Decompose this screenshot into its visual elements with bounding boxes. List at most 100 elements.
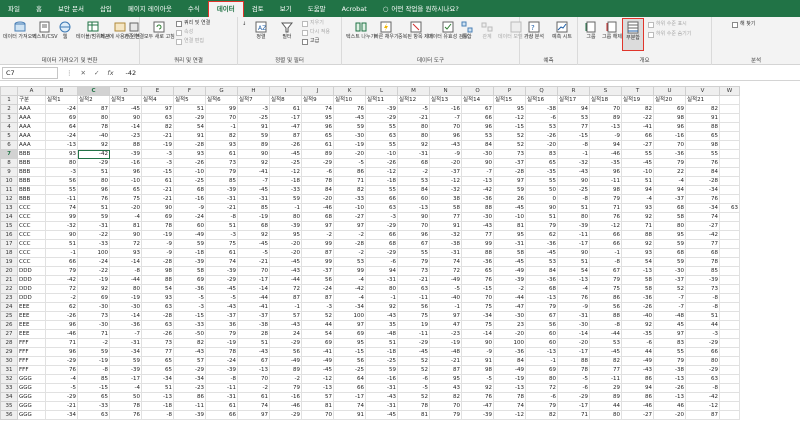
cell-D29[interactable]: -34 bbox=[109, 347, 142, 357]
cell-K29[interactable]: -15 bbox=[333, 347, 366, 357]
cell-U15[interactable]: 80 bbox=[653, 221, 686, 231]
cell-A31[interactable]: FFF bbox=[17, 365, 46, 375]
cell-S5[interactable]: -9 bbox=[589, 131, 622, 141]
cell-N33[interactable]: 43 bbox=[429, 383, 462, 393]
cell-V16[interactable]: -42 bbox=[685, 230, 720, 240]
cell-P4[interactable]: -15 bbox=[493, 122, 526, 132]
column-header-U[interactable]: U bbox=[653, 86, 686, 96]
cell-I13[interactable]: -1 bbox=[269, 203, 302, 213]
cell-I10[interactable]: -18 bbox=[269, 176, 302, 186]
cell-K26[interactable]: 97 bbox=[333, 320, 366, 330]
cell-H23[interactable]: -44 bbox=[237, 293, 270, 303]
cell-V14[interactable]: 74 bbox=[685, 212, 720, 222]
advanced-filter-button[interactable]: 고급 bbox=[302, 38, 319, 45]
cell-J18[interactable]: 87 bbox=[301, 248, 334, 258]
cell-G8[interactable]: 73 bbox=[205, 158, 238, 168]
cell-L26[interactable]: 35 bbox=[365, 320, 398, 330]
row-header[interactable]: 33 bbox=[0, 383, 18, 393]
cell-R1[interactable]: 실적17 bbox=[557, 95, 590, 105]
cell-I4[interactable]: -47 bbox=[269, 122, 302, 132]
tab-4[interactable]: 페이지 레이아웃 bbox=[120, 2, 180, 17]
cell-I23[interactable]: 87 bbox=[269, 293, 302, 303]
row-header[interactable]: 8 bbox=[0, 158, 18, 168]
cell-H12[interactable]: -31 bbox=[237, 194, 270, 204]
cell-N2[interactable]: -16 bbox=[429, 104, 462, 114]
cell-K19[interactable]: 53 bbox=[333, 257, 366, 267]
cell-C5[interactable]: -40 bbox=[77, 131, 110, 141]
row-header[interactable]: 27 bbox=[0, 329, 18, 339]
cell-G24[interactable]: -43 bbox=[205, 302, 238, 312]
column-header-M[interactable]: M bbox=[397, 86, 430, 96]
cell-N26[interactable]: 47 bbox=[429, 320, 462, 330]
cell-W8[interactable] bbox=[719, 158, 740, 168]
cell-K23[interactable]: -4 bbox=[333, 293, 366, 303]
row-header[interactable]: 13 bbox=[0, 203, 18, 213]
cell-A6[interactable]: AAA bbox=[17, 140, 46, 150]
cell-D34[interactable]: 50 bbox=[109, 392, 142, 402]
cell-R28[interactable]: -20 bbox=[557, 338, 590, 348]
cell-J6[interactable]: 61 bbox=[301, 140, 334, 150]
cell-N17[interactable]: -38 bbox=[429, 239, 462, 249]
cell-I30[interactable]: -49 bbox=[269, 356, 302, 366]
cell-N35[interactable]: 70 bbox=[429, 401, 462, 411]
cell-T16[interactable]: 88 bbox=[621, 230, 654, 240]
cell-M21[interactable]: -21 bbox=[397, 275, 430, 285]
cell-J29[interactable]: -41 bbox=[301, 347, 334, 357]
cell-D23[interactable]: -19 bbox=[109, 293, 142, 303]
cell-R25[interactable]: -31 bbox=[557, 311, 590, 321]
cell-A11[interactable]: BBB bbox=[17, 185, 46, 195]
cell-I35[interactable]: -46 bbox=[269, 401, 302, 411]
cell-W9[interactable] bbox=[719, 167, 740, 177]
cell-D7[interactable]: -39 bbox=[109, 149, 142, 159]
cell-K34[interactable]: -17 bbox=[333, 392, 366, 402]
cell-S17[interactable]: 66 bbox=[589, 239, 622, 249]
cell-G14[interactable]: -8 bbox=[205, 212, 238, 222]
cell-R23[interactable]: 76 bbox=[557, 293, 590, 303]
cell-S29[interactable]: -45 bbox=[589, 347, 622, 357]
cell-E24[interactable]: 63 bbox=[141, 302, 174, 312]
cell-O11[interactable]: -42 bbox=[461, 185, 494, 195]
cell-B22[interactable]: 72 bbox=[45, 284, 78, 294]
cell-E12[interactable]: -21 bbox=[141, 194, 174, 204]
insert-function-icon[interactable]: fx bbox=[107, 69, 113, 77]
row-header[interactable]: 18 bbox=[0, 248, 18, 258]
cell-G12[interactable]: -31 bbox=[205, 194, 238, 204]
cell-K27[interactable]: 69 bbox=[333, 329, 366, 339]
cell-O8[interactable]: 90 bbox=[461, 158, 494, 168]
cell-C28[interactable]: -2 bbox=[77, 338, 110, 348]
cell-G23[interactable]: -5 bbox=[205, 293, 238, 303]
row-header[interactable]: 24 bbox=[0, 302, 18, 312]
cell-I5[interactable]: 87 bbox=[269, 131, 302, 141]
cell-S34[interactable]: 89 bbox=[589, 392, 622, 402]
cell-I16[interactable]: 95 bbox=[269, 230, 302, 240]
cell-M22[interactable]: 63 bbox=[397, 284, 430, 294]
cell-F2[interactable]: 51 bbox=[173, 104, 206, 114]
cell-U2[interactable]: 69 bbox=[653, 104, 686, 114]
cell-B35[interactable]: -21 bbox=[45, 401, 78, 411]
cell-V34[interactable]: -42 bbox=[685, 392, 720, 402]
row-header[interactable]: 2 bbox=[0, 104, 18, 114]
cell-K10[interactable]: 71 bbox=[333, 176, 366, 186]
cell-F23[interactable]: -5 bbox=[173, 293, 206, 303]
cell-P16[interactable]: 95 bbox=[493, 230, 526, 240]
cell-S15[interactable]: -12 bbox=[589, 221, 622, 231]
cell-U28[interactable]: 83 bbox=[653, 338, 686, 348]
column-header-W[interactable]: W bbox=[719, 86, 740, 96]
cell-N4[interactable]: 70 bbox=[429, 122, 462, 132]
filter-button[interactable]: 필터 bbox=[280, 20, 294, 40]
cell-M5[interactable]: 80 bbox=[397, 131, 430, 141]
cell-S30[interactable]: 82 bbox=[589, 356, 622, 366]
cell-M31[interactable]: 52 bbox=[397, 365, 430, 375]
cell-Q8[interactable]: 65 bbox=[525, 158, 558, 168]
cell-B23[interactable]: -2 bbox=[45, 293, 78, 303]
cell-W6[interactable] bbox=[719, 140, 740, 150]
cell-Q20[interactable]: 84 bbox=[525, 266, 558, 276]
cell-O35[interactable]: -47 bbox=[461, 401, 494, 411]
cell-H26[interactable]: -38 bbox=[237, 320, 270, 330]
cell-C10[interactable]: 80 bbox=[77, 176, 110, 186]
cell-G30[interactable]: -24 bbox=[205, 356, 238, 366]
cell-E29[interactable]: 77 bbox=[141, 347, 174, 357]
cell-T14[interactable]: 92 bbox=[621, 212, 654, 222]
cell-R22[interactable]: -4 bbox=[557, 284, 590, 294]
cell-F35[interactable]: -11 bbox=[173, 401, 206, 411]
